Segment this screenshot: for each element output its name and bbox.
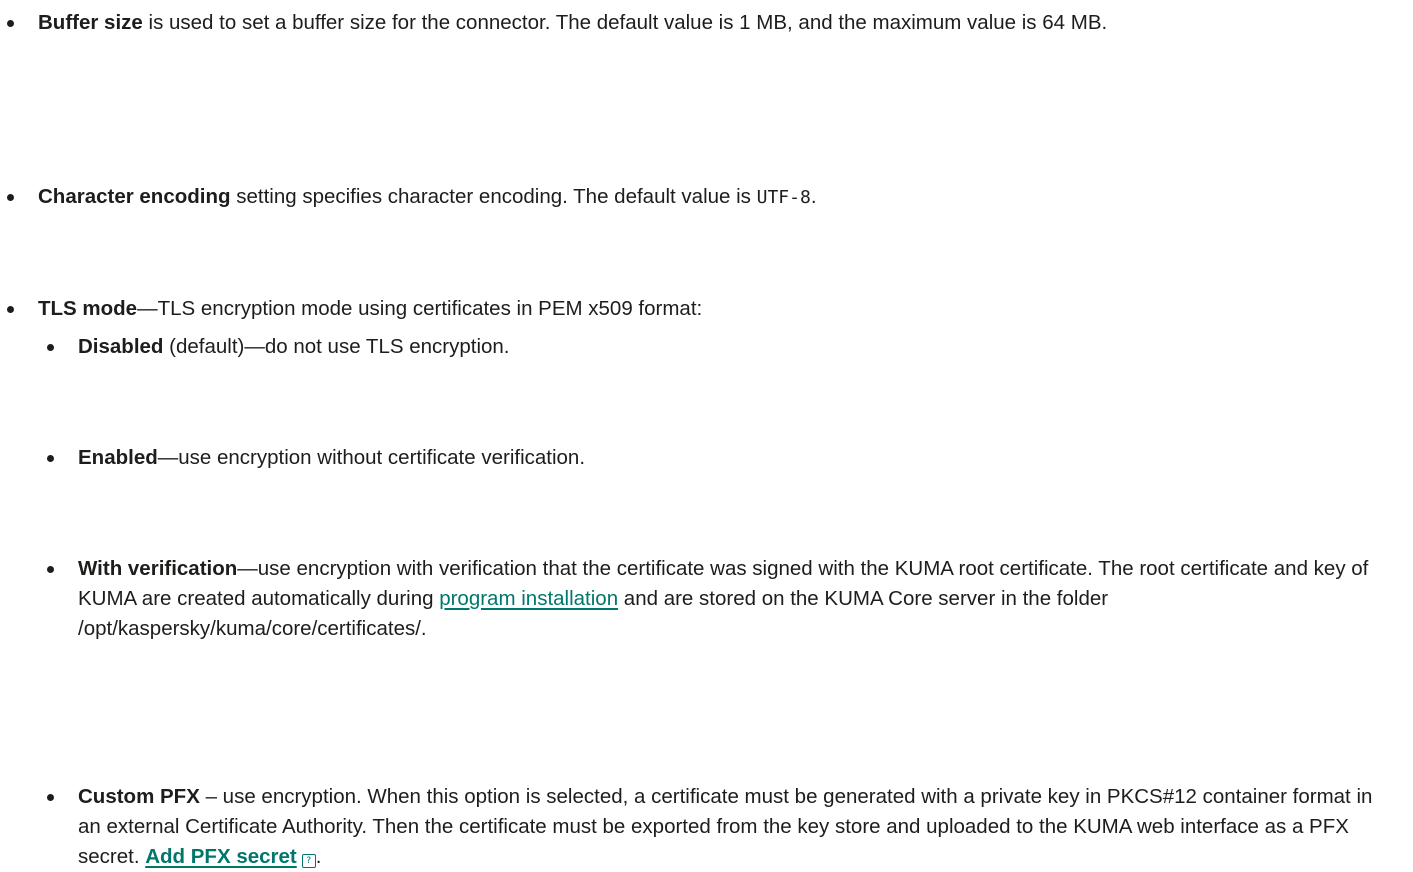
character-encoding-description: setting specifies character encoding. Th… (230, 185, 757, 208)
bullet-icon (7, 194, 14, 201)
program-installation-link[interactable]: program installation (439, 587, 618, 610)
tls-mode-description: —TLS encryption mode using certificates … (137, 297, 703, 320)
list-item-enabled: Enabled—use encryption without certifica… (47, 443, 1398, 473)
list-item-custom-pfx: Custom PFX – use encryption. When this o… (47, 782, 1398, 872)
disabled-description: (default)—do not use TLS encryption. (163, 335, 510, 358)
list-item-buffer-size: Buffer size is used to set a buffer size… (7, 8, 1408, 38)
bullet-icon (7, 20, 14, 27)
term-character-encoding: Character encoding (38, 185, 231, 208)
bullet-icon (47, 344, 54, 351)
list-item-tls-mode: TLS mode—TLS encryption mode using certi… (7, 294, 1408, 324)
buffer-size-description: is used to set a buffer size for the con… (142, 11, 1108, 34)
encoding-code-value: UTF-8 (756, 187, 811, 208)
tls-options-list: Disabled (default)—do not use TLS encryp… (47, 332, 1398, 868)
term-buffer-size: Buffer size (38, 11, 143, 34)
enabled-description: —use encryption without certificate veri… (157, 446, 586, 469)
bullet-icon (7, 306, 14, 313)
term-enabled: Enabled (78, 446, 158, 469)
external-help-icon[interactable]: ? (301, 854, 316, 868)
term-with-verification: With verification (78, 557, 238, 580)
list-item-character-encoding: Character encoding setting specifies cha… (7, 182, 1408, 213)
character-encoding-period: . (810, 185, 817, 208)
settings-list: Buffer size is used to set a buffer size… (7, 0, 1408, 320)
term-disabled: Disabled (78, 335, 164, 358)
term-custom-pfx: Custom PFX (78, 785, 200, 808)
term-tls-mode: TLS mode (38, 297, 138, 320)
custom-pfx-period: . (315, 845, 322, 868)
list-item-with-verification: With verification—use encryption with ve… (47, 554, 1398, 644)
bullet-icon (47, 794, 54, 801)
bullet-icon (47, 455, 54, 462)
list-item-disabled: Disabled (default)—do not use TLS encryp… (47, 332, 1398, 362)
add-pfx-secret-link[interactable]: Add PFX secret (145, 845, 297, 868)
bullet-icon (47, 566, 54, 573)
